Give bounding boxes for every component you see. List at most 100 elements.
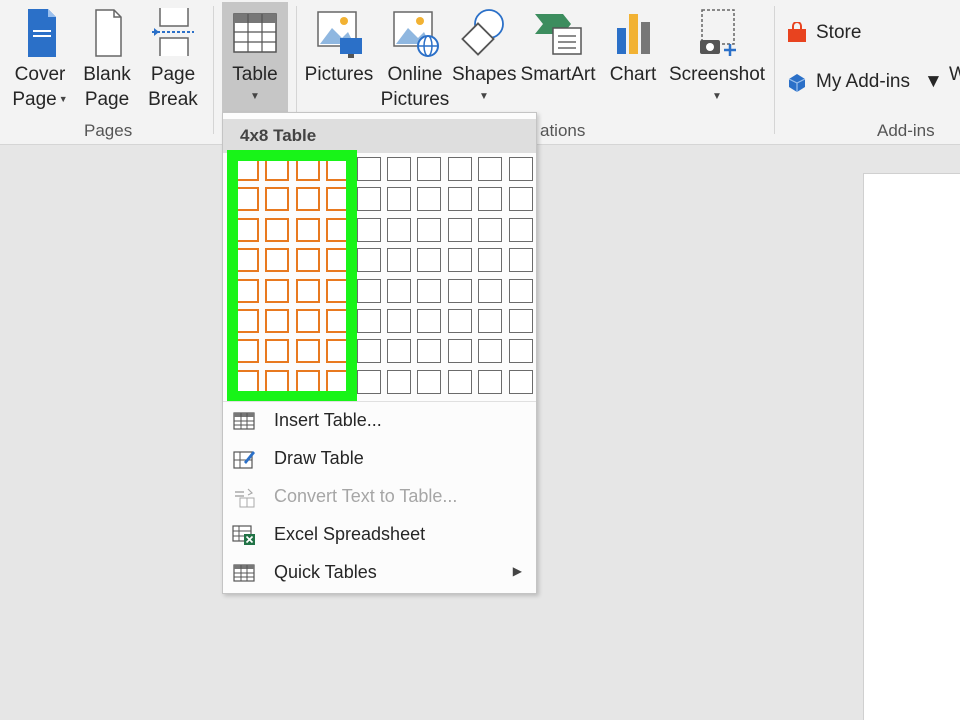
grid-cell[interactable]: [508, 278, 533, 303]
page-break-icon: [152, 8, 194, 56]
smartart-button[interactable]: SmartArt: [518, 0, 598, 118]
grid-cell[interactable]: [447, 217, 472, 242]
grid-cell[interactable]: [478, 309, 503, 333]
pictures-button[interactable]: Pictures: [302, 0, 376, 118]
grid-cell[interactable]: [387, 278, 411, 303]
truncated-ribbon-label: W: [949, 64, 960, 85]
pages-group-label: Pages: [84, 121, 133, 140]
online-pictures-icon: [393, 11, 439, 57]
insert-table-menu-item[interactable]: Insert Table...: [223, 403, 536, 439]
grid-cell[interactable]: [387, 187, 411, 212]
selection-highlight: [227, 150, 357, 402]
screenshot-icon: [700, 9, 736, 56]
excel-spreadsheet-menu-item[interactable]: Excel Spreadsheet: [223, 517, 536, 553]
grid-cell[interactable]: [356, 278, 381, 303]
grid-cell[interactable]: [447, 339, 472, 364]
insert-table-dropdown: 4x8 Table Insert Table... Draw Table Con…: [222, 112, 537, 594]
grid-cell[interactable]: [508, 369, 533, 394]
chart-button[interactable]: Chart: [602, 0, 664, 118]
grid-cell[interactable]: [508, 309, 533, 333]
excel-icon: [232, 525, 255, 545]
chevron-down-icon: ▼: [250, 91, 260, 102]
chart-label: Chart: [609, 64, 657, 85]
grid-cell[interactable]: [356, 157, 381, 181]
shapes-button[interactable]: Shapes ▼: [452, 0, 516, 118]
chevron-down-icon: ▼: [58, 94, 68, 105]
store-button[interactable]: Store: [786, 17, 861, 49]
my-addins-label: My Add-ins: [816, 71, 910, 92]
grid-cell[interactable]: [478, 187, 503, 212]
page-break-button[interactable]: Page Break: [140, 0, 206, 118]
cover-page-button[interactable]: Cover Page ▼: [4, 0, 76, 118]
grid-cell[interactable]: [387, 157, 411, 181]
grid-cell[interactable]: [387, 339, 411, 364]
group-divider: [213, 6, 214, 134]
grid-cell[interactable]: [508, 187, 533, 212]
page-break-label-1: Page: [150, 64, 196, 85]
quick-tables-label: Quick Tables: [274, 562, 377, 582]
grid-cell[interactable]: [447, 157, 472, 181]
grid-cell[interactable]: [508, 339, 533, 364]
grid-cell[interactable]: [356, 248, 381, 273]
quick-tables-menu-item[interactable]: Quick Tables ▶: [223, 555, 536, 591]
shapes-label: Shapes: [452, 64, 517, 85]
shapes-icon: [461, 9, 504, 56]
draw-table-menu-item[interactable]: Draw Table: [223, 441, 536, 477]
cover-page-icon: [28, 9, 56, 57]
grid-cell[interactable]: [387, 248, 411, 273]
table-button[interactable]: Table ▼: [222, 2, 288, 114]
grid-cell[interactable]: [417, 309, 442, 333]
grid-cell[interactable]: [417, 248, 442, 273]
table-insert-icon: [233, 412, 255, 430]
grid-cell[interactable]: [356, 309, 381, 333]
grid-cell[interactable]: [478, 248, 503, 273]
grid-cell[interactable]: [478, 278, 503, 303]
draw-table-icon: [233, 451, 255, 469]
grid-cell[interactable]: [417, 369, 442, 394]
my-addins-icon: [788, 74, 806, 92]
grid-cell[interactable]: [478, 217, 503, 242]
group-divider: [774, 6, 775, 134]
grid-cell[interactable]: [356, 339, 381, 364]
chart-icon: [617, 14, 650, 54]
grid-cell[interactable]: [417, 339, 442, 364]
chevron-down-icon: ▼: [479, 91, 489, 102]
insert-table-label: Insert Table...: [274, 410, 382, 430]
illustrations-group-label: ations: [540, 121, 586, 140]
excel-spreadsheet-label: Excel Spreadsheet: [274, 524, 426, 544]
convert-text-menu-item[interactable]: Convert Text to Table...: [223, 479, 536, 515]
grid-cell[interactable]: [478, 369, 503, 394]
grid-cell[interactable]: [508, 248, 533, 273]
grid-cell[interactable]: [508, 157, 533, 181]
grid-cell[interactable]: [417, 187, 442, 212]
grid-cell[interactable]: [447, 187, 472, 212]
document-page[interactable]: [863, 173, 960, 720]
grid-cell[interactable]: [478, 157, 503, 181]
blank-page-icon: [95, 9, 122, 57]
my-addins-button[interactable]: My Add-ins ▼: [786, 66, 943, 98]
blank-page-button[interactable]: Blank Page: [76, 0, 138, 118]
grid-cell[interactable]: [417, 278, 442, 303]
grid-cell[interactable]: [447, 278, 472, 303]
table-size-title: 4x8 Table: [223, 119, 536, 153]
grid-cell[interactable]: [417, 217, 442, 242]
grid-cell[interactable]: [387, 217, 411, 242]
cover-page-label-2: Page: [12, 89, 57, 110]
grid-cell[interactable]: [387, 369, 411, 394]
grid-cell[interactable]: [478, 339, 503, 364]
grid-cell[interactable]: [447, 309, 472, 333]
table-icon: [233, 13, 277, 53]
online-pictures-button[interactable]: Online Pictures: [378, 0, 452, 118]
grid-cell[interactable]: [417, 157, 442, 181]
grid-cell[interactable]: [447, 369, 472, 394]
grid-cell[interactable]: [387, 309, 411, 333]
grid-cell[interactable]: [447, 248, 472, 273]
grid-cell[interactable]: [508, 217, 533, 242]
screenshot-button[interactable]: Screenshot ▼: [666, 0, 768, 118]
online-pictures-label-1: Online: [387, 64, 443, 85]
grid-cell[interactable]: [356, 369, 381, 394]
grid-cell[interactable]: [356, 187, 381, 212]
table-button-label: Table: [232, 64, 278, 85]
chevron-down-icon[interactable]: ▼: [924, 71, 943, 93]
grid-cell[interactable]: [356, 217, 381, 242]
